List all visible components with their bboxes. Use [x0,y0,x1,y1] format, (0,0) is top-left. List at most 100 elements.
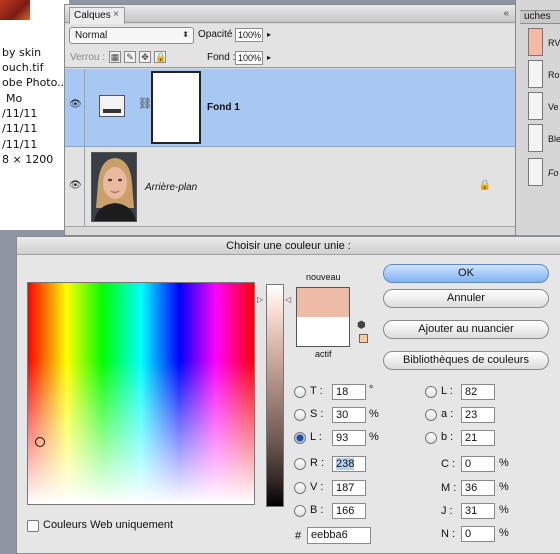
blue-label: B : [310,504,324,516]
file-thumbnail [0,0,30,20]
lab-b-input[interactable]: 21 [461,430,495,446]
channels-panel-strip: uches RV Ro Ve Ble Fo [515,0,560,235]
file-info-window: by skin ouch.tif obe Photo... Mo /11/11 … [0,0,70,230]
channel-thumbnail[interactable] [528,92,543,120]
color-field[interactable] [27,282,255,505]
channel-thumbnail[interactable] [528,124,543,152]
new-color-swatch [296,287,350,317]
lightness-slider[interactable] [266,284,284,507]
radio-brightness[interactable] [294,432,306,444]
tab-layers[interactable]: Calques × [69,7,125,24]
blend-mode-select[interactable]: Normal ⬍ [69,27,194,44]
percent-unit: % [369,408,379,420]
opacity-label: Opacité : [198,29,239,40]
layer-thumbnail[interactable] [91,152,137,222]
lab-b-label: b : [441,431,454,443]
green-label: V : [310,481,324,493]
hex-input[interactable]: eebba6 [307,527,371,544]
percent-unit: % [499,527,509,539]
fill-label: Fond : [207,52,236,63]
yellow-input[interactable]: 31 [461,503,495,519]
fill-layer-icon[interactable] [99,95,125,117]
websafe-color-swatch[interactable] [359,334,368,343]
lab-a-input[interactable]: 23 [461,407,495,423]
slider-arrow-right-icon[interactable]: ▷ [257,295,263,304]
radio-green[interactable] [294,482,306,494]
magenta-input[interactable]: 36 [461,480,495,496]
layer-name[interactable]: Fond 1 [207,102,240,113]
close-icon[interactable]: × [113,9,119,20]
slider-arrow-left-icon[interactable]: ◁ [285,295,291,304]
color-picker-dialog: Choisir une couleur unie : ▷ ◁ nouveau a… [16,236,560,554]
blend-mode-value: Normal [75,30,108,41]
black-label: N : [441,528,456,540]
cancel-button[interactable]: Annuler [383,289,549,308]
color-field-marker[interactable] [35,437,45,447]
radio-red[interactable] [294,458,306,470]
chain-icon[interactable]: ⛓ [138,97,152,110]
web-colors-checkbox[interactable] [27,520,39,532]
color-libraries-button[interactable]: Bibliothèques de couleurs [383,351,549,370]
fill-input[interactable]: 100% [235,51,263,65]
radio-lab-l[interactable] [425,386,437,398]
file-info-line: Mo [6,92,23,105]
radio-saturation[interactable] [294,409,306,421]
fill-layer-icon-bar [103,109,121,113]
tab-layers-label: Calques [74,10,111,21]
portrait-image [92,153,136,221]
blue-input[interactable]: 166 [332,503,366,519]
file-info-line: /11/11 [2,138,38,151]
fill-slider-arrow-icon[interactable]: ▸ [267,53,271,62]
black-input[interactable]: 0 [461,526,495,542]
radio-lab-b[interactable] [425,432,437,444]
channel-thumbnail[interactable] [528,158,543,186]
collapse-icon[interactable]: « [503,8,509,19]
opacity-input[interactable]: 100% [235,28,263,42]
lock-icon: 🔒 [478,180,491,191]
lock-label: Verrou : [70,52,106,63]
percent-unit: % [499,504,509,516]
channel-thumbnail[interactable] [528,28,543,56]
lock-transparency-icon[interactable]: ▦ [109,51,121,63]
saturation-label: S : [310,408,324,420]
red-input[interactable]: 238 [332,456,366,472]
brightness-input[interactable]: 93 [332,430,366,446]
layers-toolbar: Normal ⬍ Opacité : 100% ▸ Verrou : ▦ ✎ ✥… [65,24,515,68]
channel-thumbnail[interactable] [528,60,543,88]
hue-input[interactable]: 18 [332,384,366,400]
dialog-title: Choisir une couleur unie : [17,237,560,255]
layer-mask-thumbnail[interactable] [151,71,201,144]
eye-icon[interactable]: 👁 [69,99,82,110]
eye-icon[interactable]: 👁 [69,180,82,191]
visibility-column: 👁 [65,147,85,226]
green-input[interactable]: 187 [332,480,366,496]
chevron-updown-icon: ⬍ [182,30,189,39]
lock-all-icon[interactable]: 🔒 [154,51,166,63]
opacity-slider-arrow-icon[interactable]: ▸ [267,30,271,39]
lab-l-input[interactable]: 82 [461,384,495,400]
cyan-input[interactable]: 0 [461,456,495,472]
saturation-input[interactable]: 30 [332,407,366,423]
radio-hue[interactable] [294,386,306,398]
ok-button[interactable]: OK [383,264,549,283]
percent-unit: % [369,431,379,443]
radio-blue[interactable] [294,505,306,517]
current-color-swatch[interactable] [296,317,350,347]
cyan-label: C : [441,458,456,470]
layer-row[interactable]: 👁 ⛓ Fond 1 [65,69,515,147]
layer-name[interactable]: Arrière-plan [145,182,197,193]
lock-pixels-icon[interactable]: ✎ [124,51,136,63]
file-info-line: 8 × 1200 [2,153,54,166]
cube-icon[interactable]: ⬢ [357,321,369,331]
magenta-label: M : [441,482,457,494]
lock-position-icon[interactable]: ✥ [139,51,151,63]
panel-tab[interactable]: uches [520,10,560,24]
layer-row[interactable]: 👁 Arrière-plan 🔒 [65,147,515,227]
red-value: 238 [336,458,355,470]
file-info-line: /11/11 [2,122,38,135]
visibility-column: 👁 [65,69,85,146]
add-to-swatches-button[interactable]: Ajouter au nuancier [383,320,549,339]
channel-label: Ve [548,102,559,112]
radio-lab-a[interactable] [425,409,437,421]
channel-label: Ble [548,134,560,144]
